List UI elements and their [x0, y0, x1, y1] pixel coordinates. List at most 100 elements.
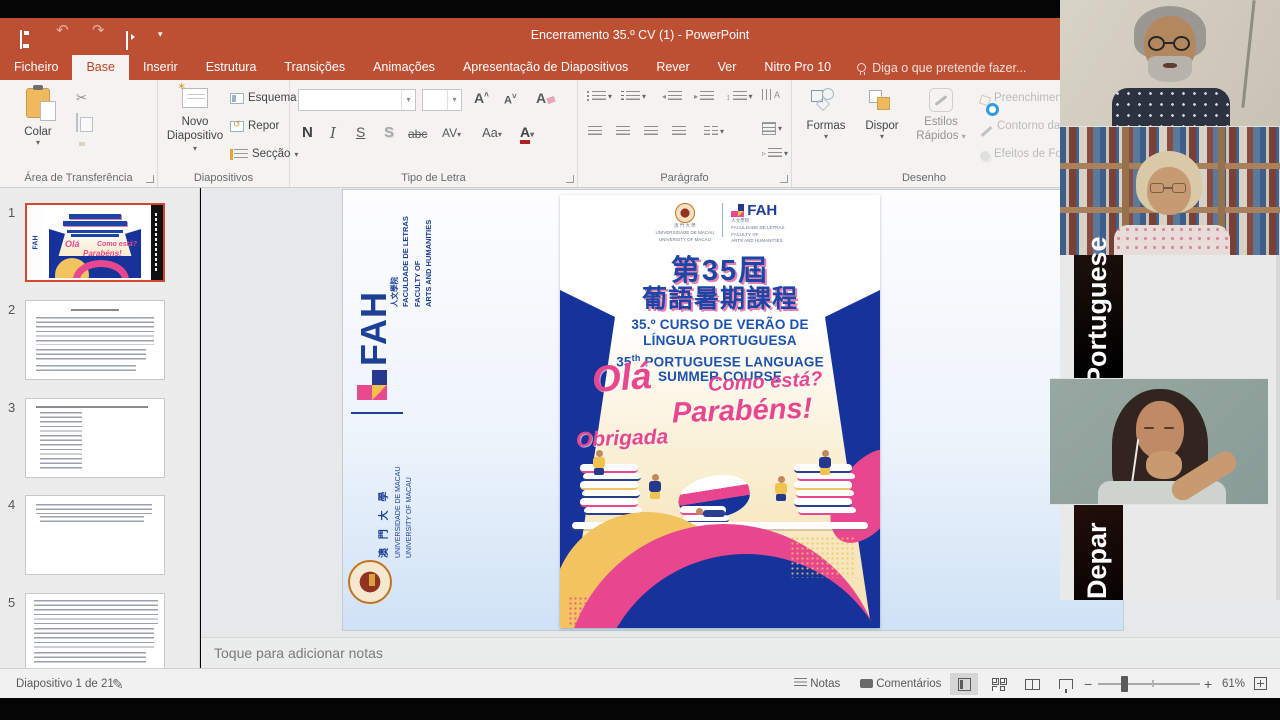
tab-nitro-pro[interactable]: Nitro Pro 10	[750, 55, 845, 80]
section-icon	[234, 149, 248, 160]
notes-icon	[794, 678, 807, 688]
font-dialog-launcher[interactable]	[566, 175, 574, 183]
participant3-hand	[1146, 451, 1182, 479]
italic-button[interactable]: I	[330, 124, 336, 142]
notes-pane[interactable]: Toque para adicionar notas	[201, 637, 1280, 668]
underline-button[interactable]: S	[356, 124, 365, 140]
tab-inserir[interactable]: Inserir	[129, 55, 192, 80]
copy-button[interactable]	[76, 114, 78, 132]
quick-styles-label-1: Estilos	[924, 116, 958, 128]
tab-animacoes[interactable]: Animações	[359, 55, 449, 80]
tab-rever[interactable]: Rever	[642, 55, 703, 80]
grow-font-icon: A	[474, 90, 484, 106]
tab-transicoes[interactable]: Transições	[270, 55, 359, 80]
zoom-slider-track[interactable]	[1098, 683, 1200, 685]
cut-button[interactable]: ✂	[76, 90, 87, 106]
tab-ver[interactable]: Ver	[704, 55, 751, 80]
slide-thumbnail-5[interactable]	[25, 593, 165, 668]
bullets-button[interactable]: ▾	[592, 91, 612, 102]
reset-icon	[230, 121, 244, 132]
paragraph-dialog-launcher[interactable]	[780, 175, 788, 183]
tab-base[interactable]: Base	[72, 55, 129, 80]
greeting-ola: Olá	[591, 355, 653, 401]
group-clipboard: Colar ▾ ✂ Área de Transferência	[0, 80, 158, 187]
quick-styles-button[interactable]: EstilosRápidos ▾	[912, 88, 970, 144]
bold-button[interactable]: N	[302, 124, 313, 141]
view-slide-sorter-button[interactable]	[984, 673, 1012, 695]
grow-font-button[interactable]: A˄	[474, 90, 489, 106]
align-text-button[interactable]: ▾	[762, 122, 782, 135]
align-center-button[interactable]	[616, 126, 630, 137]
comments-toggle[interactable]: Comentários	[860, 669, 941, 699]
pen-notes-icon[interactable]: ✎	[112, 669, 124, 699]
participant2-glasses	[1150, 183, 1188, 195]
text-direction-button[interactable]: A	[762, 89, 780, 100]
strikethrough-button[interactable]: abc	[408, 127, 427, 141]
align-right-button[interactable]	[644, 126, 658, 137]
webcam-participant-3[interactable]	[1050, 378, 1268, 505]
columns-button[interactable]: ▾	[704, 126, 724, 137]
numbering-button[interactable]: ▾	[626, 91, 646, 102]
group-label-paragraph: Parágrafo	[578, 172, 791, 184]
decrease-indent-button[interactable]: ◂	[662, 91, 682, 102]
sidebar-fah-big: FAH	[353, 291, 395, 366]
notes-toggle[interactable]: Notas	[794, 669, 840, 699]
justify-button[interactable]	[672, 126, 686, 137]
tab-ficheiro[interactable]: Ficheiro	[0, 55, 72, 80]
slide-thumbnail-3[interactable]	[25, 398, 165, 478]
slide-number: 5	[8, 595, 15, 610]
tell-me-box[interactable]: Diga o que pretende fazer...	[845, 55, 1038, 80]
character-spacing-icon: AV	[442, 126, 457, 140]
thumbnail-row-4: 4	[0, 495, 200, 580]
font-name-combobox[interactable]: ▾	[298, 89, 416, 111]
convert-smartart-button[interactable]: ▹▾	[762, 148, 788, 159]
zoom-level[interactable]: 61%	[1222, 669, 1245, 699]
webcam-participant-1[interactable]	[1060, 0, 1280, 126]
paste-button[interactable]: Colar ▾	[12, 88, 64, 147]
slide-canvas[interactable]: 人文學院 FACULDADE DE LETRAS FACULTY OF ARTS…	[343, 190, 1123, 630]
sidebar-um-l2: UNIVERSITY OF MACAU	[404, 467, 415, 558]
view-reading-button[interactable]	[1018, 673, 1046, 695]
tab-estrutura[interactable]: Estrutura	[192, 55, 271, 80]
poster-illustration	[560, 450, 880, 628]
shapes-button[interactable]: Formas ▾	[800, 88, 852, 141]
tab-apresentacao[interactable]: Apresentação de Diapositivos	[449, 55, 642, 80]
strip-text-depar: Depar	[1082, 522, 1113, 599]
fah-logo-block: FAH 人文學院 FACULDADE DE LETRAS FACULTY OF …	[731, 203, 784, 245]
slide-thumbnail-panel: 1 FAH Olá Como está? Parabéns! Obrigada	[0, 188, 200, 668]
increase-indent-button[interactable]: ▸	[694, 91, 714, 102]
thumb1-fah-text: FAH	[33, 236, 40, 250]
justify-icon	[672, 126, 686, 137]
text-shadow-button[interactable]: S	[384, 124, 394, 141]
clipboard-dialog-launcher[interactable]	[146, 175, 154, 183]
zoom-out-button[interactable]: −	[1084, 669, 1092, 699]
scissors-icon: ✂	[76, 90, 87, 105]
arrange-icon	[867, 88, 897, 114]
font-size-combobox[interactable]: ▾	[422, 89, 462, 111]
zoom-in-button[interactable]: +	[1204, 669, 1212, 699]
character-spacing-button[interactable]: AV▾	[442, 126, 461, 140]
slide-thumbnail-1[interactable]: FAH Olá Como está? Parabéns! Obrigada	[25, 203, 165, 282]
slide-thumbnail-2[interactable]	[25, 300, 165, 380]
view-normal-button[interactable]	[950, 673, 978, 695]
font-color-button[interactable]: A▾	[520, 124, 534, 140]
section-label: Secção	[252, 148, 290, 160]
fit-slide-to-window-button[interactable]	[1254, 677, 1267, 690]
paste-label: Colar	[12, 126, 64, 138]
reset-button[interactable]: Repor	[230, 120, 279, 132]
align-left-button[interactable]	[588, 126, 602, 137]
notes-placeholder[interactable]: Toque para adicionar notas	[214, 645, 1280, 661]
new-slide-button[interactable]: Novo Diapositivo ▾	[164, 88, 226, 153]
book-stack-left	[580, 464, 642, 515]
line-spacing-button[interactable]: ↕▾	[726, 91, 753, 102]
arrange-button[interactable]: Dispor ▾	[856, 88, 908, 141]
change-case-button[interactable]: Aa▾	[482, 125, 502, 140]
zoom-slider-thumb[interactable]	[1121, 676, 1128, 692]
columns-dropdown-icon: ▾	[720, 127, 724, 136]
fah-logo-text: FAH	[747, 203, 777, 218]
view-slideshow-button[interactable]	[1052, 673, 1080, 695]
clear-formatting-button[interactable]: A	[536, 90, 555, 106]
slide-thumbnail-4[interactable]	[25, 495, 165, 575]
section-button[interactable]: Secção ▾	[230, 148, 298, 160]
shrink-font-button[interactable]: A˅	[504, 92, 517, 107]
